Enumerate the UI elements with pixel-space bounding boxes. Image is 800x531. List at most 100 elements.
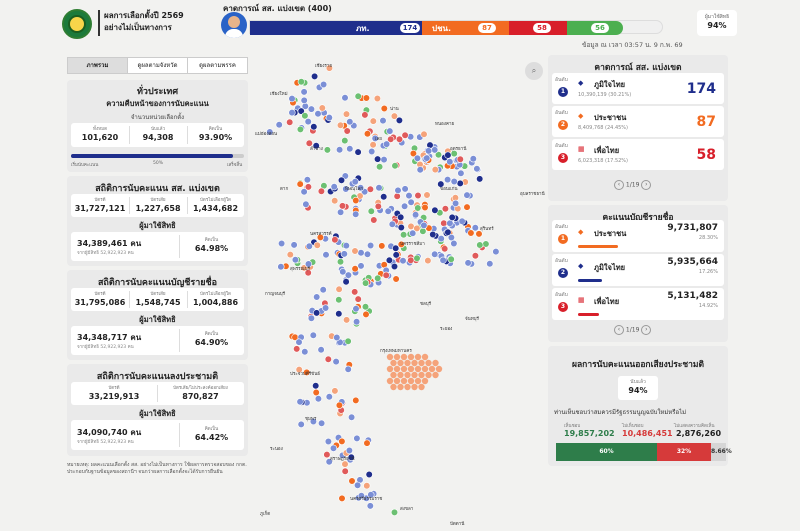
bangkok-district-dot[interactable] [421,377,429,385]
bangkok-district-dot[interactable] [386,365,394,373]
constituency-dot[interactable] [336,208,345,216]
constituency-dot[interactable] [431,206,439,214]
constituency-dot[interactable] [348,477,356,485]
bangkok-district-dot[interactable] [421,365,429,373]
constituency-dot[interactable] [305,139,313,147]
constituency-dot[interactable] [337,176,346,184]
bangkok-district-dot[interactable] [397,359,404,367]
constituency-dot[interactable] [317,346,325,354]
constituency-dot[interactable] [333,333,341,342]
bangkok-district-dot[interactable] [390,383,397,391]
bangkok-district-dot[interactable] [432,371,439,379]
constituency-dot[interactable] [312,388,320,397]
constituency-dot[interactable] [463,191,471,199]
bangkok-district-dot[interactable] [407,365,415,373]
constituency-dot[interactable] [352,318,361,326]
constituency-dot[interactable] [405,192,413,200]
constituency-dot[interactable] [397,223,405,232]
bangkok-district-dot[interactable] [432,359,439,367]
constituency-dot[interactable] [352,210,360,218]
constituency-dot[interactable] [378,242,386,250]
constituency-dot[interactable] [288,94,296,103]
constituency-dot[interactable] [367,207,375,215]
constituency-dot[interactable] [413,154,421,162]
constituency-dot[interactable] [437,235,445,243]
bangkok-district-dot[interactable] [411,383,418,391]
constituency-dot[interactable] [401,185,409,193]
constituency-dot[interactable] [383,140,391,148]
constituency-dot[interactable] [362,310,370,319]
constituency-dot[interactable] [351,265,359,273]
bangkok-district-dot[interactable] [400,353,408,361]
constituency-dot[interactable] [416,166,424,174]
constituency-dot[interactable] [301,112,309,120]
constituency-dot[interactable] [314,110,322,118]
constituency-dot[interactable] [335,285,343,293]
constituency-dot[interactable] [341,467,349,475]
constituency-dot[interactable] [275,121,283,129]
constituency-dot[interactable] [295,338,303,346]
constituency-dot[interactable] [288,108,296,117]
constituency-dot[interactable] [324,437,332,446]
constituency-dot[interactable] [352,196,360,205]
constituency-dot[interactable] [362,94,370,102]
constituency-dot[interactable] [373,94,381,103]
constituency-dot[interactable] [335,310,343,318]
constituency-dot[interactable] [412,211,420,219]
constituency-dot[interactable] [335,401,343,409]
constituency-dot[interactable] [354,295,362,303]
constituency-dot[interactable] [420,221,428,229]
constituency-dot[interactable] [352,305,360,313]
constituency-dot[interactable] [369,117,377,125]
constituency-dot[interactable] [414,204,422,212]
constituency-dot[interactable] [395,135,404,143]
constituency-dot[interactable] [482,240,490,248]
constituency-dot[interactable] [331,387,339,395]
constituency-dot[interactable] [286,118,294,126]
constituency-dot[interactable] [450,177,458,186]
constituency-dot[interactable] [384,207,392,215]
constituency-dot[interactable] [336,121,345,129]
constituency-dot[interactable] [440,219,448,227]
prev-page-icon[interactable]: ‹ [614,325,624,335]
constituency-dot[interactable] [424,257,432,265]
constituency-dot[interactable] [373,155,382,163]
constituency-dot[interactable] [361,111,369,119]
bangkok-district-dot[interactable] [428,365,436,373]
constituency-dot[interactable] [441,205,449,213]
constituency-dot[interactable] [303,176,312,184]
constituency-dot[interactable] [473,165,481,173]
constituency-dot[interactable] [312,382,320,390]
constituency-dot[interactable] [444,175,452,184]
projection-row[interactable]: อันดับ 1 ◆ ภูมิใจไทย 10,390,139 (30.21%)… [552,73,724,104]
constituency-dot[interactable] [336,258,345,266]
bangkok-district-dot[interactable] [407,377,415,385]
constituency-dot[interactable] [390,508,399,517]
constituency-dot[interactable] [330,183,338,191]
constituency-dot[interactable] [448,213,456,221]
constituency-dot[interactable] [341,94,349,102]
constituency-dot[interactable] [323,146,331,154]
constituency-dot[interactable] [351,178,359,186]
projection-row[interactable]: อันดับ 3 ▦ เพื่อไทย 6,023,318 (17.52%) 5… [552,139,724,170]
constituency-dot[interactable] [456,179,464,187]
constituency-dot[interactable] [351,288,359,296]
bangkok-district-dot[interactable] [386,353,394,361]
constituency-dot[interactable] [407,222,415,230]
constituency-dot[interactable] [344,365,352,373]
bangkok-district-dot[interactable] [425,359,432,367]
constituency-dot[interactable] [319,80,328,89]
bangkok-district-dot[interactable] [411,359,418,367]
constituency-dot[interactable] [340,250,348,258]
partylist-row[interactable]: อันดับ 3 ▦ เพื่อไทย 5,131,482 14.92% [552,288,724,320]
constituency-dot[interactable] [414,191,422,200]
constituency-dot[interactable] [471,224,479,232]
constituency-dot[interactable] [469,155,477,163]
bangkok-district-dot[interactable] [425,371,432,379]
constituency-dot[interactable] [399,257,407,265]
constituency-dot[interactable] [447,255,455,263]
constituency-dot[interactable] [363,250,372,258]
constituency-dot[interactable] [380,193,388,201]
constituency-dot[interactable] [388,220,396,228]
bangkok-district-dot[interactable] [418,359,425,367]
